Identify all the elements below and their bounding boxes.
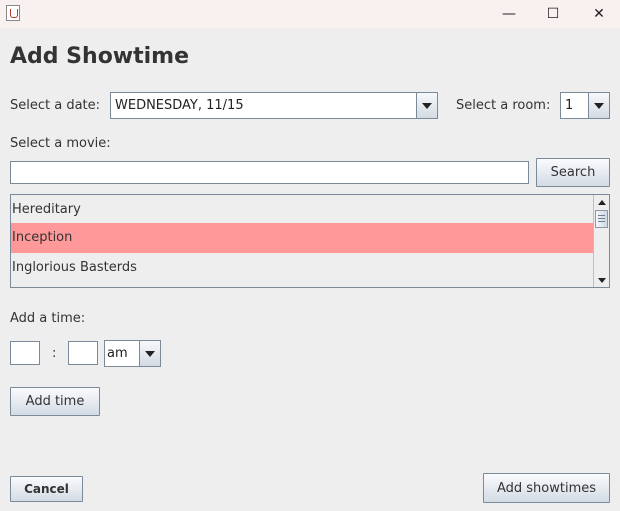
hour-input[interactable]	[10, 341, 40, 365]
list-item-inception[interactable]: Inception	[11, 223, 594, 253]
add-time-button[interactable]: Add time	[10, 387, 100, 416]
maximize-button[interactable]: ☐	[530, 0, 576, 28]
movie-label: Select a movie:	[10, 136, 111, 151]
close-button[interactable]: ✕	[576, 0, 620, 28]
minimize-icon: —	[502, 6, 516, 22]
maximize-icon: ☐	[546, 6, 560, 22]
ampm-dropdown-arrow[interactable]	[139, 341, 160, 366]
date-label: Select a date:	[10, 98, 101, 113]
time-label: Add a time:	[10, 311, 86, 326]
ampm-dropdown-value: am	[107, 346, 128, 361]
search-button[interactable]: Search	[536, 158, 610, 187]
arrow-down-icon	[597, 277, 606, 283]
close-icon: ✕	[593, 6, 605, 22]
room-label: Select a room:	[456, 98, 551, 113]
ampm-dropdown[interactable]: am	[104, 340, 161, 367]
add-showtimes-button[interactable]: Add showtimes	[483, 473, 610, 503]
time-separator: :	[52, 346, 57, 361]
date-dropdown-value: WEDNESDAY, 11/15	[115, 98, 244, 113]
room-dropdown-arrow[interactable]	[588, 93, 609, 118]
room-dropdown-value: 1	[565, 98, 574, 113]
scroll-up-button[interactable]	[594, 195, 609, 209]
movie-list-scrollbar[interactable]	[593, 195, 609, 287]
date-dropdown-arrow[interactable]	[416, 93, 437, 118]
page-title: Add Showtime	[10, 44, 190, 69]
title-bar: — ☐ ✕	[0, 0, 620, 28]
chevron-down-icon	[422, 102, 432, 109]
minimize-button[interactable]: —	[486, 0, 532, 28]
scroll-down-button[interactable]	[594, 273, 609, 287]
movie-search-input[interactable]	[10, 161, 529, 184]
arrow-up-icon	[597, 199, 606, 205]
date-dropdown[interactable]: WEDNESDAY, 11/15	[110, 92, 438, 119]
room-dropdown[interactable]: 1	[560, 92, 610, 119]
minute-input[interactable]	[68, 341, 98, 365]
movie-list[interactable]: Hereditary Inception Inglorious Basterds	[10, 194, 610, 288]
scroll-thumb[interactable]	[595, 210, 608, 228]
list-item-hereditary[interactable]: Hereditary	[11, 195, 594, 225]
cancel-button[interactable]: Cancel	[10, 476, 83, 502]
java-cup-icon	[6, 5, 20, 21]
chevron-down-icon	[145, 350, 155, 357]
list-item-inglorious-basterds[interactable]: Inglorious Basterds	[11, 253, 594, 283]
chevron-down-icon	[594, 102, 604, 109]
